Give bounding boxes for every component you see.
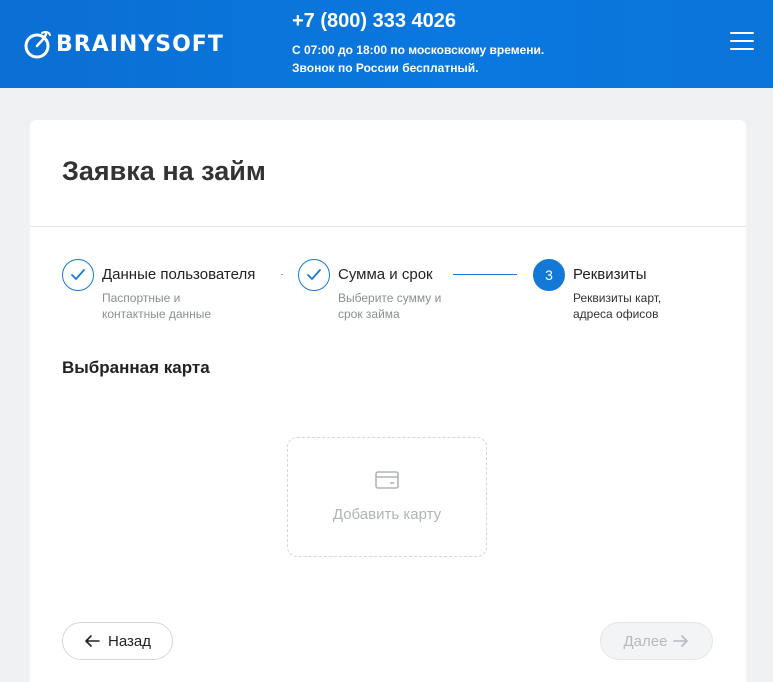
logo[interactable]: BRAINYSOFT [22,24,224,64]
step-title: Данные пользователя [102,266,256,283]
credit-card-icon [375,471,399,489]
header-divider [30,226,746,227]
step-title: Сумма и срок [338,266,433,283]
support-hours-line2: Звонок по России бесплатный. [292,61,479,75]
add-card-button[interactable]: Добавить карту [287,437,487,557]
menu-icon[interactable] [730,32,754,54]
checkmark-icon [62,259,94,291]
back-button-label: Назад [108,632,151,650]
logo-text: BRAINYSOFT [56,31,224,57]
step-connector [281,274,283,275]
step-subtitle: Выберите сумму и срок займа [338,291,442,321]
step-subtitle: Паспортные и контактные данные [102,291,212,321]
add-card-label: Добавить карту [332,506,442,523]
step-subtitle: Реквизиты карт, адреса офисов [573,291,662,321]
back-button[interactable]: Назад [62,622,173,660]
loan-application-card: Заявка на займ Данные пользователя Паспо… [30,120,746,682]
step-connector [453,274,517,275]
logo-swirl-icon [24,30,51,59]
next-button-label: Далее [623,632,668,650]
arrow-left-icon [85,635,100,647]
step-number: 3 [533,259,565,291]
support-hours-line1: С 07:00 до 18:00 по московскому времени. [292,43,545,57]
selected-card-title: Выбранная карта [62,358,210,377]
support-phone[interactable]: +7 (800) 333 4026 [292,10,456,33]
page-title: Заявка на займ [62,156,266,186]
next-button[interactable]: Далее [600,622,713,660]
support-hours: С 07:00 до 18:00 по московскому времени.… [292,41,544,77]
arrow-right-icon [673,635,689,647]
step-title: Реквизиты [573,266,647,283]
site-header: BRAINYSOFT +7 (800) 333 4026 С 07:00 до … [0,0,773,88]
checkmark-icon [298,259,330,291]
